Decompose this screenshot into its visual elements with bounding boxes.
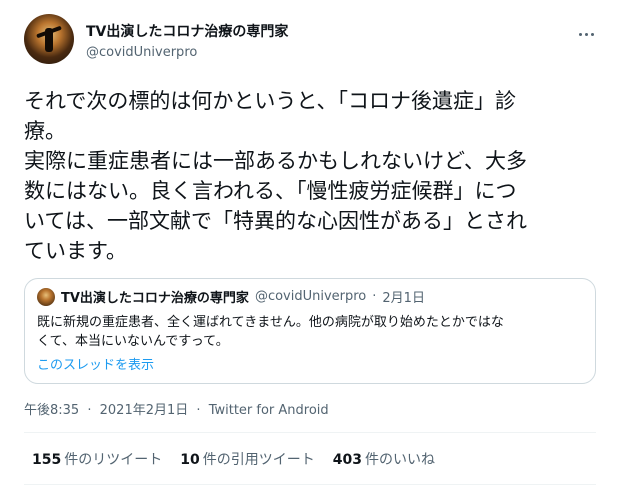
retweets-label: 件のリツイート <box>64 452 163 468</box>
author-names: TV出演したコロナ治療の専門家 @covidUniverpro <box>86 21 288 60</box>
tweet-text-line: 数にはない。良く言われる、「慢性疲労症候群」につ <box>24 179 517 203</box>
quoted-text-line: くて、本当にいないんですって。 <box>37 334 229 349</box>
quotes-count: 10 <box>180 452 200 468</box>
quoted-separator: · <box>372 289 377 304</box>
retweets-stat[interactable]: 155 件のリツイート <box>32 449 162 469</box>
quoted-author-display-name: TV出演したコロナ治療の専門家 <box>61 291 249 306</box>
likes-count: 403 <box>332 452 362 468</box>
tweet-text-line: それで次の標的は何かというと、「コロナ後遺症」診 <box>24 89 517 113</box>
meta-separator: · <box>196 403 201 418</box>
quoted-tweet-header: TV出演したコロナ治療の専門家 @covidUniverpro · 2月1日 <box>37 287 425 306</box>
avatar-figure <box>45 28 53 52</box>
show-thread-link[interactable]: このスレッドを表示 <box>37 354 154 373</box>
quoted-text-line: 既に新規の重症患者、全く運ばれてきません。他の病院が取り始めたとかではな <box>37 315 504 330</box>
tweet-meta: 午後8:35 · 2021年2月1日 · Twitter for Android <box>24 399 329 418</box>
author-display-name[interactable]: TV出演したコロナ治療の専門家 <box>86 21 288 41</box>
tweet-source[interactable]: Twitter for Android <box>209 403 329 418</box>
quoted-tweet-text: 既に新規の重症患者、全く運ばれてきません。他の病院が取り始めたとかではな くて、… <box>37 313 585 351</box>
tweet-text-line: 実際に重症患者には一部あるかもしれないけど、大多 <box>24 149 527 173</box>
divider <box>24 432 596 433</box>
tweet-text: それで次の標的は何かというと、「コロナ後遺症」診 療。 実際に重症患者には一部あ… <box>24 86 596 266</box>
author-avatar[interactable] <box>24 14 74 64</box>
more-options-icon[interactable] <box>574 24 598 44</box>
tweet-time[interactable]: 午後8:35 <box>24 403 79 418</box>
quoted-author-handle: @covidUniverpro <box>254 289 367 304</box>
quoted-date: 2月1日 <box>382 291 425 306</box>
tweet-stats: 155 件のリツイート 10 件の引用ツイート 403 件のいいね <box>32 449 435 469</box>
quotes-stat[interactable]: 10 件の引用ツイート <box>180 449 314 469</box>
tweet-text-line: いては、一部文献で「特異的な心因性がある」とされ <box>24 209 527 233</box>
tweet-date[interactable]: 2021年2月1日 <box>100 403 189 418</box>
likes-label: 件のいいね <box>364 452 435 468</box>
author-handle[interactable]: @covidUniverpro <box>86 45 288 60</box>
quoted-author-avatar <box>37 287 55 306</box>
tweet-header: TV出演したコロナ治療の専門家 @covidUniverpro <box>24 14 604 70</box>
likes-stat[interactable]: 403 件のいいね <box>333 449 435 469</box>
retweets-count: 155 <box>32 452 62 468</box>
tweet-text-line: 療。 <box>24 119 66 143</box>
divider <box>24 484 596 485</box>
quoted-tweet-card[interactable]: TV出演したコロナ治療の専門家 @covidUniverpro · 2月1日 既… <box>24 278 596 384</box>
quotes-label: 件の引用ツイート <box>202 452 315 468</box>
tweet-text-line: ています。 <box>24 239 127 263</box>
meta-separator: · <box>87 403 92 418</box>
